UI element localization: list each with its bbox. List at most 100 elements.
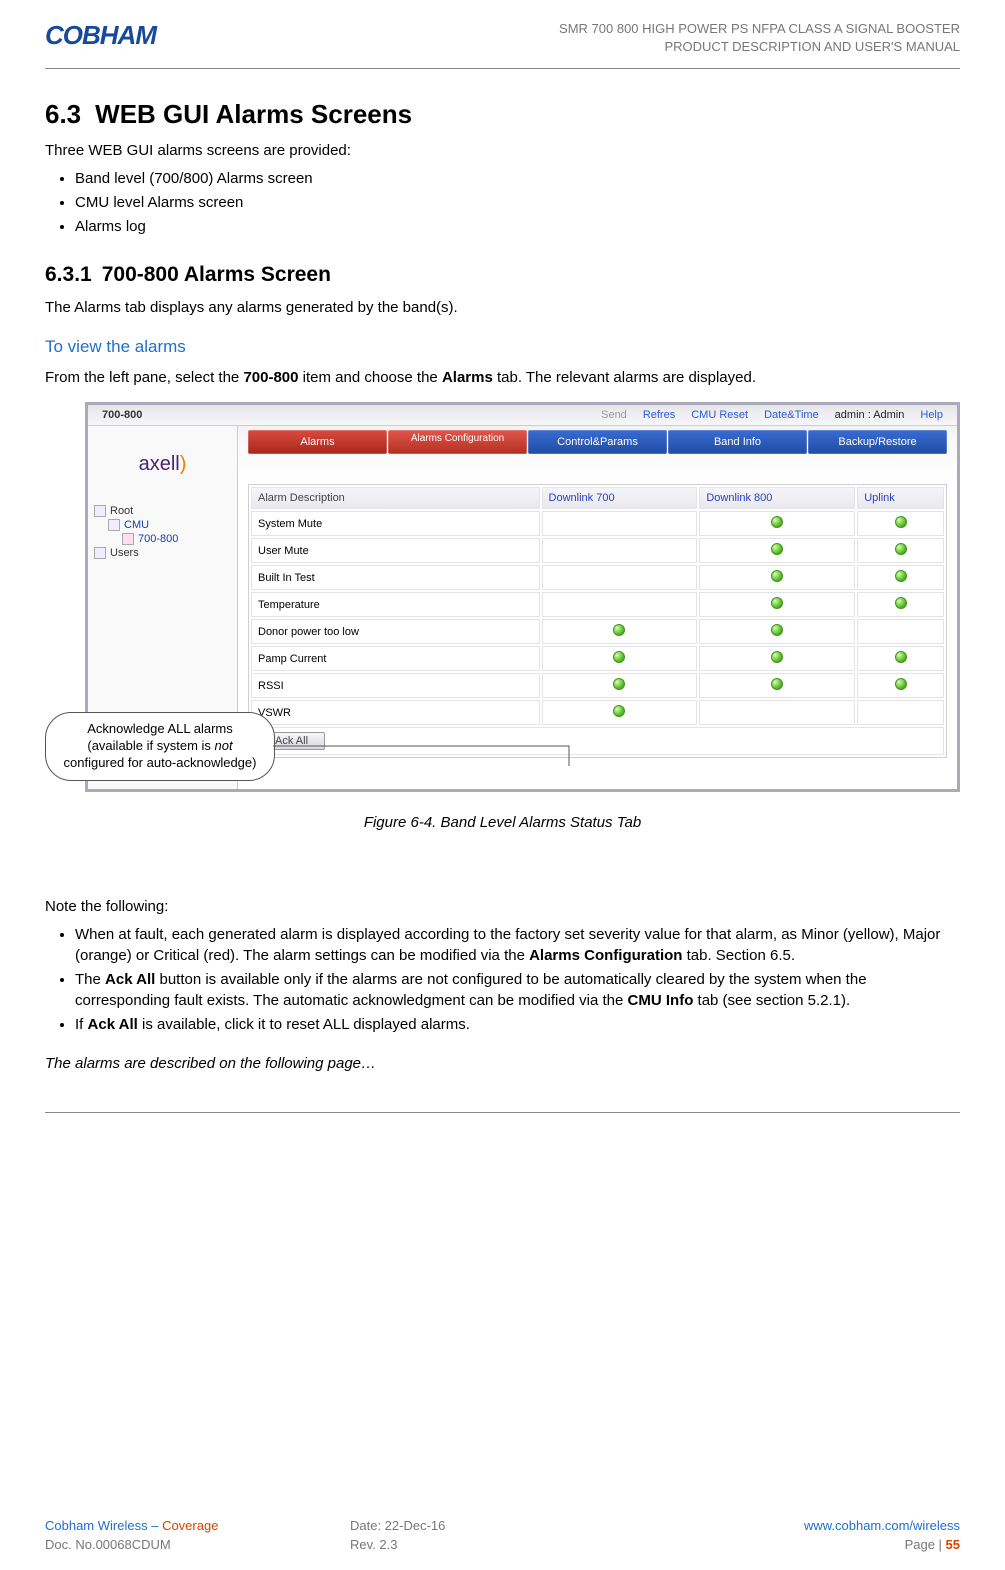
footer-page-label: Page | <box>905 1537 946 1552</box>
callout-line2-pre: (available if system is <box>87 738 214 753</box>
th-downlink-800: Downlink 800 <box>699 487 855 509</box>
subsection-heading: 6.3.1 700-800 Alarms Screen <box>45 263 960 287</box>
tab-bar: Alarms Alarms Configuration Control&Para… <box>248 430 947 454</box>
status-cell <box>857 619 944 644</box>
subsection-intro: The Alarms tab displays any alarms gener… <box>45 297 960 319</box>
callout-line1: Acknowledge ALL alarms <box>87 721 233 736</box>
topbar-admin-label: admin : Admin <box>835 409 905 421</box>
status-cell <box>542 565 698 590</box>
app-top-bar: 700-800 Send Refres CMU Reset Date&Time … <box>88 405 957 426</box>
text: item and choose the <box>299 369 442 386</box>
alarm-name-cell: Built In Test <box>251 565 540 590</box>
doc-title-line2: PRODUCT DESCRIPTION AND USER'S MANUAL <box>559 38 960 56</box>
intro-bullet: CMU level Alarms screen <box>75 192 960 213</box>
text: From the left pane, select the <box>45 369 243 386</box>
topbar-help-link[interactable]: Help <box>920 409 943 421</box>
status-cell <box>542 592 698 617</box>
th-downlink-700: Downlink 700 <box>542 487 698 509</box>
section-number: 6.3 <box>45 99 81 129</box>
section-title: WEB GUI Alarms Screens <box>95 99 412 129</box>
footer-rev: Rev. 2.3 <box>350 1537 655 1552</box>
status-ok-icon <box>895 597 907 609</box>
status-ok-icon <box>895 543 907 555</box>
tree-700-800[interactable]: 700-800 <box>94 532 231 546</box>
intro-bullet: Alarms log <box>75 216 960 237</box>
status-ok-icon <box>771 651 783 663</box>
status-cell <box>542 619 698 644</box>
table-row: Pamp Current <box>251 646 944 671</box>
alarm-name-cell: Donor power too low <box>251 619 540 644</box>
continuation-note: The alarms are described on the followin… <box>45 1055 960 1072</box>
procedure-step: From the left pane, select the 700-800 i… <box>45 367 960 389</box>
section-heading: 6.3 WEB GUI Alarms Screens <box>45 99 960 130</box>
topbar-cmu-reset-link[interactable]: CMU Reset <box>691 409 748 421</box>
status-ok-icon <box>771 543 783 555</box>
topbar-refresh-link[interactable]: Refres <box>643 409 675 421</box>
axell-logo: axell) <box>98 436 228 492</box>
th-uplink: Uplink <box>857 487 944 509</box>
status-cell <box>699 673 855 698</box>
tab-alarms[interactable]: Alarms <box>248 430 387 454</box>
page-footer: Cobham Wireless – Coverage Date: 22-Dec-… <box>45 1518 960 1552</box>
footer-page-num: 55 <box>946 1537 960 1552</box>
subsection-title: 700-800 Alarms Screen <box>102 263 331 286</box>
tree-users[interactable]: Users <box>94 546 231 560</box>
footer-company-name: Cobham Wireless <box>45 1518 148 1533</box>
ref-tab-name: Alarms <box>442 369 493 386</box>
ref-alarms-config-tab: Alarms Configuration <box>529 947 682 964</box>
note-item: When at fault, each generated alarm is d… <box>75 924 960 966</box>
tab-control-params[interactable]: Control&Params <box>528 430 667 454</box>
intro-bullet-list: Band level (700/800) Alarms screen CMU l… <box>45 168 960 237</box>
status-ok-icon <box>613 624 625 636</box>
topbar-datetime-link[interactable]: Date&Time <box>764 409 819 421</box>
subsection-number: 6.3.1 <box>45 263 92 286</box>
footer-division: Coverage <box>162 1518 218 1533</box>
status-ok-icon <box>613 678 625 690</box>
status-cell <box>699 619 855 644</box>
text: When at fault, each generated alarm is d… <box>75 926 940 964</box>
status-cell <box>542 511 698 536</box>
tree-icon <box>108 519 120 531</box>
tab-backup-restore[interactable]: Backup/Restore <box>808 430 947 454</box>
text: tab (see section 5.2.1). <box>693 992 850 1009</box>
status-ok-icon <box>895 678 907 690</box>
status-cell <box>699 700 855 725</box>
alarm-name-cell: Pamp Current <box>251 646 540 671</box>
header-rule <box>45 68 960 69</box>
status-cell <box>542 673 698 698</box>
tree-icon <box>94 505 106 517</box>
status-ok-icon <box>613 651 625 663</box>
callout-line2-post: configured for auto-acknowledge) <box>64 755 257 770</box>
doc-title-block: SMR 700 800 HIGH POWER PS NFPA CLASS A S… <box>559 20 960 56</box>
tree-root[interactable]: Root <box>94 504 231 518</box>
table-row: User Mute <box>251 538 944 563</box>
status-ok-icon <box>771 516 783 528</box>
page-header: COBHAM SMR 700 800 HIGH POWER PS NFPA CL… <box>45 20 960 64</box>
tab-alarms-configuration[interactable]: Alarms Configuration <box>388 430 527 454</box>
status-cell <box>699 511 855 536</box>
status-cell <box>699 538 855 563</box>
status-cell <box>699 592 855 617</box>
footer-docno: Doc. No.00068CDUM <box>45 1537 350 1552</box>
tree-icon <box>94 547 106 559</box>
status-ok-icon <box>771 678 783 690</box>
callout-line2-em: not <box>215 738 233 753</box>
status-cell <box>542 646 698 671</box>
topbar-send-link[interactable]: Send <box>601 409 627 421</box>
alarm-name-cell: User Mute <box>251 538 540 563</box>
status-cell <box>857 565 944 590</box>
section-intro: Three WEB GUI alarms screens are provide… <box>45 140 960 162</box>
callout-ack-all: Acknowledge ALL alarms (available if sys… <box>45 712 275 781</box>
footer-date: Date: 22-Dec-16 <box>350 1518 655 1533</box>
tab-band-info[interactable]: Band Info <box>668 430 807 454</box>
status-cell <box>857 511 944 536</box>
table-row: RSSI <box>251 673 944 698</box>
tree-cmu[interactable]: CMU <box>94 518 231 532</box>
alarms-table-head: Alarm Description Downlink 700 Downlink … <box>251 487 944 509</box>
notes-heading: Note the following: <box>45 896 960 918</box>
status-ok-icon <box>613 705 625 717</box>
table-row: Donor power too low <box>251 619 944 644</box>
footer-page: Page | 55 <box>655 1537 960 1552</box>
table-row: Temperature <box>251 592 944 617</box>
alarms-table-body: System MuteUser MuteBuilt In TestTempera… <box>251 511 944 725</box>
